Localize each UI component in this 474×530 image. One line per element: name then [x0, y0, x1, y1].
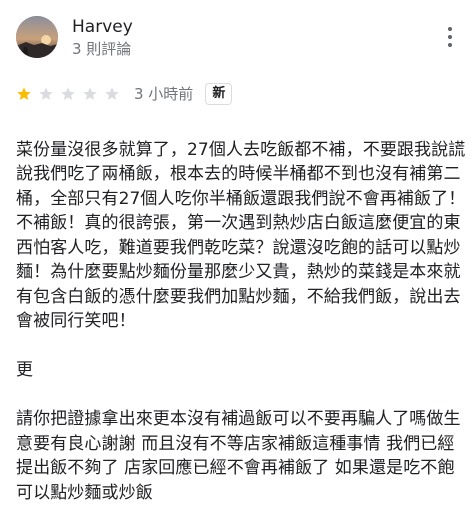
- review-time: 3 小時前: [134, 85, 194, 103]
- rating-row: 3 小時前 新: [16, 83, 456, 105]
- review-header: Harvey 3 則評論: [16, 16, 458, 60]
- review-paragraph: 菜份量沒很多就算了，27個人去吃飯都不補，不要跟我說謊說我們吃了兩桶飯，根本去的…: [16, 139, 466, 332]
- review-text: 菜份量沒很多就算了，27個人去吃飯都不補，不要跟我說謊說我們吃了兩桶飯，根本去的…: [16, 113, 468, 530]
- review-card: Harvey 3 則評論 3 小時前 新 菜份量沒很多就算了，27個人去吃飯都不…: [0, 0, 474, 503]
- avatar-photo-icon: [16, 16, 58, 58]
- star-icon: [17, 87, 31, 100]
- star-icon: [39, 87, 53, 100]
- reviewer-name[interactable]: Harvey: [72, 16, 133, 38]
- more-options-button[interactable]: [442, 24, 458, 50]
- review-paragraph: 更: [16, 360, 34, 380]
- review-paragraph: 請你把證據拿出來更本沒有補過飯可以不要再騙人了嗎做生意要有良心謝謝 而且沒有不等…: [16, 409, 461, 503]
- more-vert-icon: [448, 27, 452, 31]
- star-icon: [83, 87, 97, 100]
- reviewer-review-count: 3 則評論: [72, 40, 132, 58]
- star-icon: [105, 87, 119, 100]
- avatar[interactable]: [16, 16, 58, 58]
- new-badge: 新: [205, 83, 233, 105]
- star-rating: [16, 86, 126, 102]
- star-icon: [61, 87, 75, 100]
